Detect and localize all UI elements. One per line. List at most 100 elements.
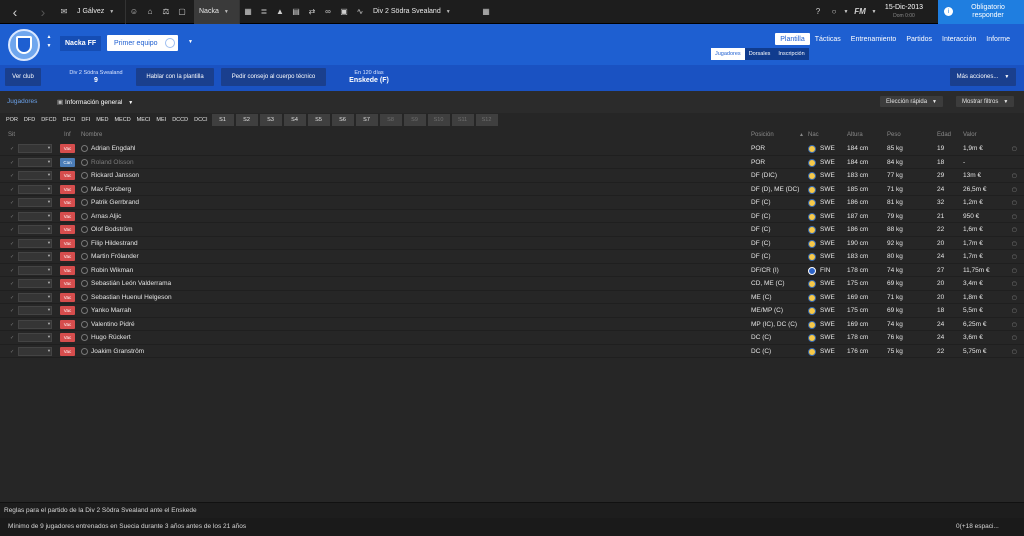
person-icon[interactable]: ☺ — [126, 0, 142, 24]
table-row[interactable]: ✓ ▼ Vac Valentino Pidré MP (IC), DC (C) SWE 16… — [0, 318, 1024, 331]
chevron-down-icon[interactable]: ▼ — [870, 0, 878, 24]
player-name[interactable]: Roland Olsson — [91, 159, 134, 166]
filter-mecd[interactable]: MECD — [112, 114, 132, 126]
transfer-icon[interactable]: ⇄ — [304, 0, 320, 24]
tab-informe[interactable]: Informe — [981, 33, 1015, 45]
chevron-down-icon[interactable]: ▼ — [188, 39, 193, 45]
trend-icon[interactable]: ∿ — [352, 0, 368, 24]
player-name[interactable]: Hugo Rückert — [91, 334, 131, 341]
player-name[interactable]: Arnas Aljic — [91, 213, 121, 220]
check-icon[interactable]: ✓ — [10, 187, 14, 193]
check-icon[interactable]: ✓ — [10, 349, 14, 355]
squad-s2[interactable]: S2 — [235, 114, 258, 126]
col-sit[interactable]: Sit — [8, 132, 15, 138]
check-icon[interactable]: ✓ — [10, 146, 14, 152]
tab-partidos[interactable]: Partidos — [901, 33, 937, 45]
table-row[interactable]: ✓ ▼ Vac Olof Bodström DF (C) SWE 186 cm 88 kg 22… — [0, 223, 1024, 237]
check-icon[interactable]: ✓ — [10, 254, 14, 260]
filter-dfci[interactable]: DFCI — [61, 114, 78, 126]
mas-acciones-button[interactable]: Más acciones... ▼ — [950, 68, 1016, 86]
stats-icon[interactable]: ≣ — [256, 0, 272, 24]
calendar-icon[interactable]: ▤ — [288, 0, 304, 24]
table-row[interactable]: ✓ ▼ Vac Sebastián León Valderrama CD, ME (C)… — [0, 277, 1024, 291]
tab-entrenamiento[interactable]: Entrenamiento — [846, 33, 902, 45]
col-altura[interactable]: Altura — [847, 132, 863, 138]
check-icon[interactable]: ✓ — [10, 268, 14, 274]
filter-por[interactable]: POR — [4, 114, 20, 126]
table-row[interactable]: ✓ ▼ Vac Sebastian Huenul Helgeson ME (C) SWE 1… — [0, 291, 1024, 304]
squad-s8[interactable]: S8 — [379, 114, 402, 126]
back-icon[interactable]: ‹ — [0, 0, 30, 24]
check-icon[interactable]: ✓ — [10, 241, 14, 247]
check-icon[interactable]: ✓ — [10, 227, 14, 233]
player-name[interactable]: Martin Frölander — [91, 253, 139, 260]
search-icon[interactable]: ○ — [826, 0, 842, 24]
col-posicion[interactable]: Posición — [751, 132, 774, 138]
filter-dccd[interactable]: DCCD — [170, 114, 190, 126]
subtab-inscripcion[interactable]: Inscripción — [774, 48, 808, 60]
check-icon[interactable]: ✓ — [10, 160, 14, 166]
player-name[interactable]: Joakim Granström — [91, 348, 144, 355]
squad-s1[interactable]: S1 — [211, 114, 234, 126]
rules-panel-header[interactable]: Reglas para el partido de la Div 2 Södra… — [0, 502, 1024, 518]
player-name[interactable]: Max Forsberg — [91, 186, 131, 193]
tactics-icon[interactable]: ▦ — [240, 0, 256, 24]
table-row[interactable]: ✓ ▼ Vac Martin Frölander DF (C) SWE 183 cm 80 k… — [0, 250, 1024, 264]
table-row[interactable]: ✓ ▼ Vac Arnas Aljic DF (C) SWE 187 cm 79 kg 21 95… — [0, 210, 1024, 223]
col-peso[interactable]: Peso — [887, 132, 901, 138]
table-row[interactable]: ✓ ▼ Vac Adrian Engdahl POR SWE 184 cm 85 kg 19 1,… — [0, 142, 1024, 156]
player-name[interactable]: Patrik Gerrbrand — [91, 199, 139, 206]
filter-med[interactable]: MED — [94, 114, 110, 126]
tab-interaccion[interactable]: Interacción — [937, 33, 981, 45]
mostrar-filtros-button[interactable]: Mostrar filtros ▼ — [956, 96, 1015, 107]
player-name[interactable]: Rickard Jansson — [91, 172, 139, 179]
check-icon[interactable]: ✓ — [10, 281, 14, 287]
table-row[interactable]: ✓ ▼ Vac Filip Hildestrand DF (C) SWE 190 cm 92 … — [0, 237, 1024, 250]
hablar-plantilla-button[interactable]: Hablar con la plantilla — [136, 68, 214, 86]
check-icon[interactable]: ✓ — [10, 173, 14, 179]
squad-s7[interactable]: S7 — [355, 114, 378, 126]
subtab-jugadores[interactable]: Jugadores — [711, 48, 745, 60]
building-icon[interactable]: ⌂ — [142, 0, 158, 24]
check-icon[interactable]: ✓ — [10, 214, 14, 220]
col-edad[interactable]: Edad — [937, 132, 951, 138]
calendar-small-icon[interactable]: ▦ — [478, 0, 494, 24]
col-nombre[interactable]: Nombre — [81, 132, 102, 138]
chevron-down-icon[interactable]: ▼ — [842, 0, 850, 24]
table-row[interactable]: ✓ ▼ Vac Rickard Jansson DF (DIC) SWE 183 cm 77 … — [0, 169, 1024, 183]
forward-icon[interactable]: › — [30, 0, 56, 24]
obligatorio-button[interactable]: i Obligatorio responder — [938, 0, 1024, 24]
squad-s4[interactable]: S4 — [283, 114, 306, 126]
table-row[interactable]: ✓ ▼ Vac Max Forsberg DF (D), ME (DC) SWE 185 c… — [0, 183, 1024, 196]
squad-s5[interactable]: S5 — [307, 114, 330, 126]
help-icon[interactable]: ? — [810, 0, 826, 24]
breadcrumb[interactable]: Jugadores — [7, 98, 37, 105]
fm-menu[interactable]: FM — [850, 0, 870, 24]
squad-s11[interactable]: S11 — [451, 114, 474, 126]
filter-dfcd[interactable]: DFCD — [39, 114, 58, 126]
player-name[interactable]: Filip Hildestrand — [91, 240, 138, 247]
table-row[interactable]: ✓ ▼ Vac Patrik Gerrbrand DF (C) SWE 186 cm 81 k… — [0, 196, 1024, 210]
player-name[interactable]: Yanko Marrah — [91, 307, 131, 314]
club-menu[interactable]: Nacka ▼ — [194, 0, 240, 24]
filter-mei[interactable]: MEI — [154, 114, 168, 126]
player-name[interactable]: Sebastian Huenul Helgeson — [91, 294, 172, 301]
table-row[interactable]: ✓ ▼ Can Roland Olsson POR SWE 184 cm 84 kg 18 - — [0, 156, 1024, 169]
squad-s10[interactable]: S10 — [427, 114, 450, 126]
shirt-icon[interactable]: ▢ — [174, 0, 190, 24]
col-valor[interactable]: Valor — [963, 132, 977, 138]
filter-dfi[interactable]: DFI — [79, 114, 92, 126]
check-icon[interactable]: ✓ — [10, 335, 14, 341]
player-name[interactable]: Valentino Pidré — [91, 321, 135, 328]
squad-s3[interactable]: S3 — [259, 114, 282, 126]
mail-icon[interactable]: ✉ — [56, 0, 72, 24]
league-position[interactable]: Div 2 Södra Svealand 9 — [60, 69, 132, 85]
pedir-consejo-button[interactable]: Pedir consejo al cuerpo técnico — [221, 68, 326, 86]
scout-icon[interactable]: ∞ — [320, 0, 336, 24]
club-name[interactable]: Nacka FF — [60, 36, 102, 51]
check-icon[interactable]: ✓ — [10, 295, 14, 301]
next-match[interactable]: En 120 días Enskede (F) — [336, 69, 402, 85]
table-row[interactable]: ✓ ▼ Vac Robin Wikman DF/CR (I) FIN 178 cm 74 kg… — [0, 264, 1024, 277]
player-name[interactable]: Olof Bodström — [91, 226, 133, 233]
filter-dcci[interactable]: DCCI — [192, 114, 209, 126]
